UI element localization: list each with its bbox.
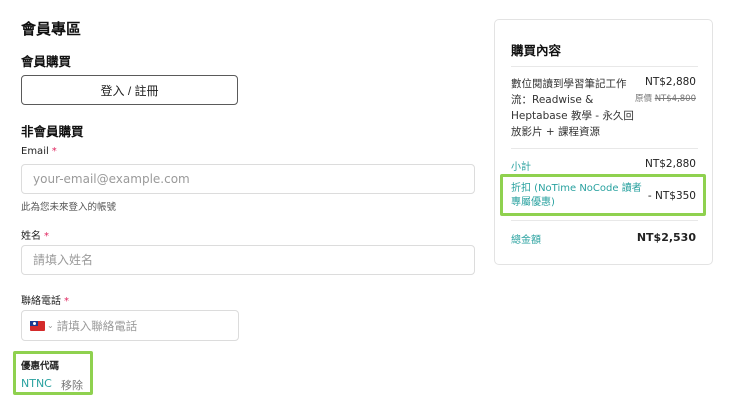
original-price: 原價 NT$4,800 — [635, 92, 696, 104]
required-mark: * — [44, 231, 49, 242]
name-field[interactable] — [21, 245, 475, 275]
checkout-page: 會員專區 會員購買 登入 / 註冊 非會員購買 Email* 此為您未來登入的帳… — [0, 0, 740, 398]
product-name: 數位閱讀到學習筆記工作流：Readwise & Heptabase 教學 - 永… — [511, 78, 634, 138]
original-price-value: NT$4,800 — [654, 94, 696, 104]
divider — [511, 148, 698, 149]
original-price-label: 原價 — [634, 94, 652, 104]
summary-title: 購買內容 — [511, 43, 562, 58]
name-label: 姓名 * — [21, 227, 49, 242]
coupon-code: NTNC — [21, 377, 52, 390]
phone-field-group: ⌄ — [21, 310, 239, 341]
name-label-text: 姓名 — [21, 231, 41, 242]
member-area-title: 會員專區 — [21, 20, 82, 38]
checkout-form: 會員專區 會員購買 登入 / 註冊 非會員購買 Email* 此為您未來登入的帳… — [0, 0, 480, 398]
phone-label-text: 聯絡電話 — [21, 296, 61, 307]
email-label-text: Email — [21, 146, 49, 157]
flag-sun — [32, 321, 36, 325]
subtotal-value: NT$2,880 — [644, 158, 696, 170]
total-value: NT$2,530 — [636, 231, 696, 244]
email-hint: 此為您未來登入的帳號 — [21, 202, 117, 213]
member-purchase-title: 會員購買 — [21, 54, 72, 69]
product-price: NT$2,880 — [644, 76, 696, 88]
discount-highlight-box — [500, 174, 706, 216]
taiwan-flag-icon[interactable] — [30, 320, 45, 331]
phone-field[interactable] — [56, 318, 217, 333]
required-mark: * — [64, 296, 69, 307]
required-mark: * — [51, 146, 57, 157]
divider — [511, 220, 698, 221]
guest-purchase-title: 非會員購買 — [21, 124, 84, 139]
divider — [511, 66, 698, 67]
order-summary-card: 購買內容 數位閱讀到學習筆記工作流：Readwise & Heptabase 教… — [494, 19, 713, 265]
email-field[interactable] — [21, 164, 475, 194]
chevron-down-icon[interactable]: ⌄ — [47, 321, 54, 330]
coupon-label: 優惠代碼 — [21, 361, 60, 372]
phone-label: 聯絡電話 * — [21, 292, 69, 307]
total-label: 總金額 — [511, 235, 541, 246]
coupon-remove-link[interactable]: 移除 — [61, 377, 83, 393]
subtotal-label: 小計 — [511, 162, 531, 173]
email-label: Email * — [21, 146, 57, 157]
login-register-button[interactable]: 登入 / 註冊 — [21, 75, 238, 105]
